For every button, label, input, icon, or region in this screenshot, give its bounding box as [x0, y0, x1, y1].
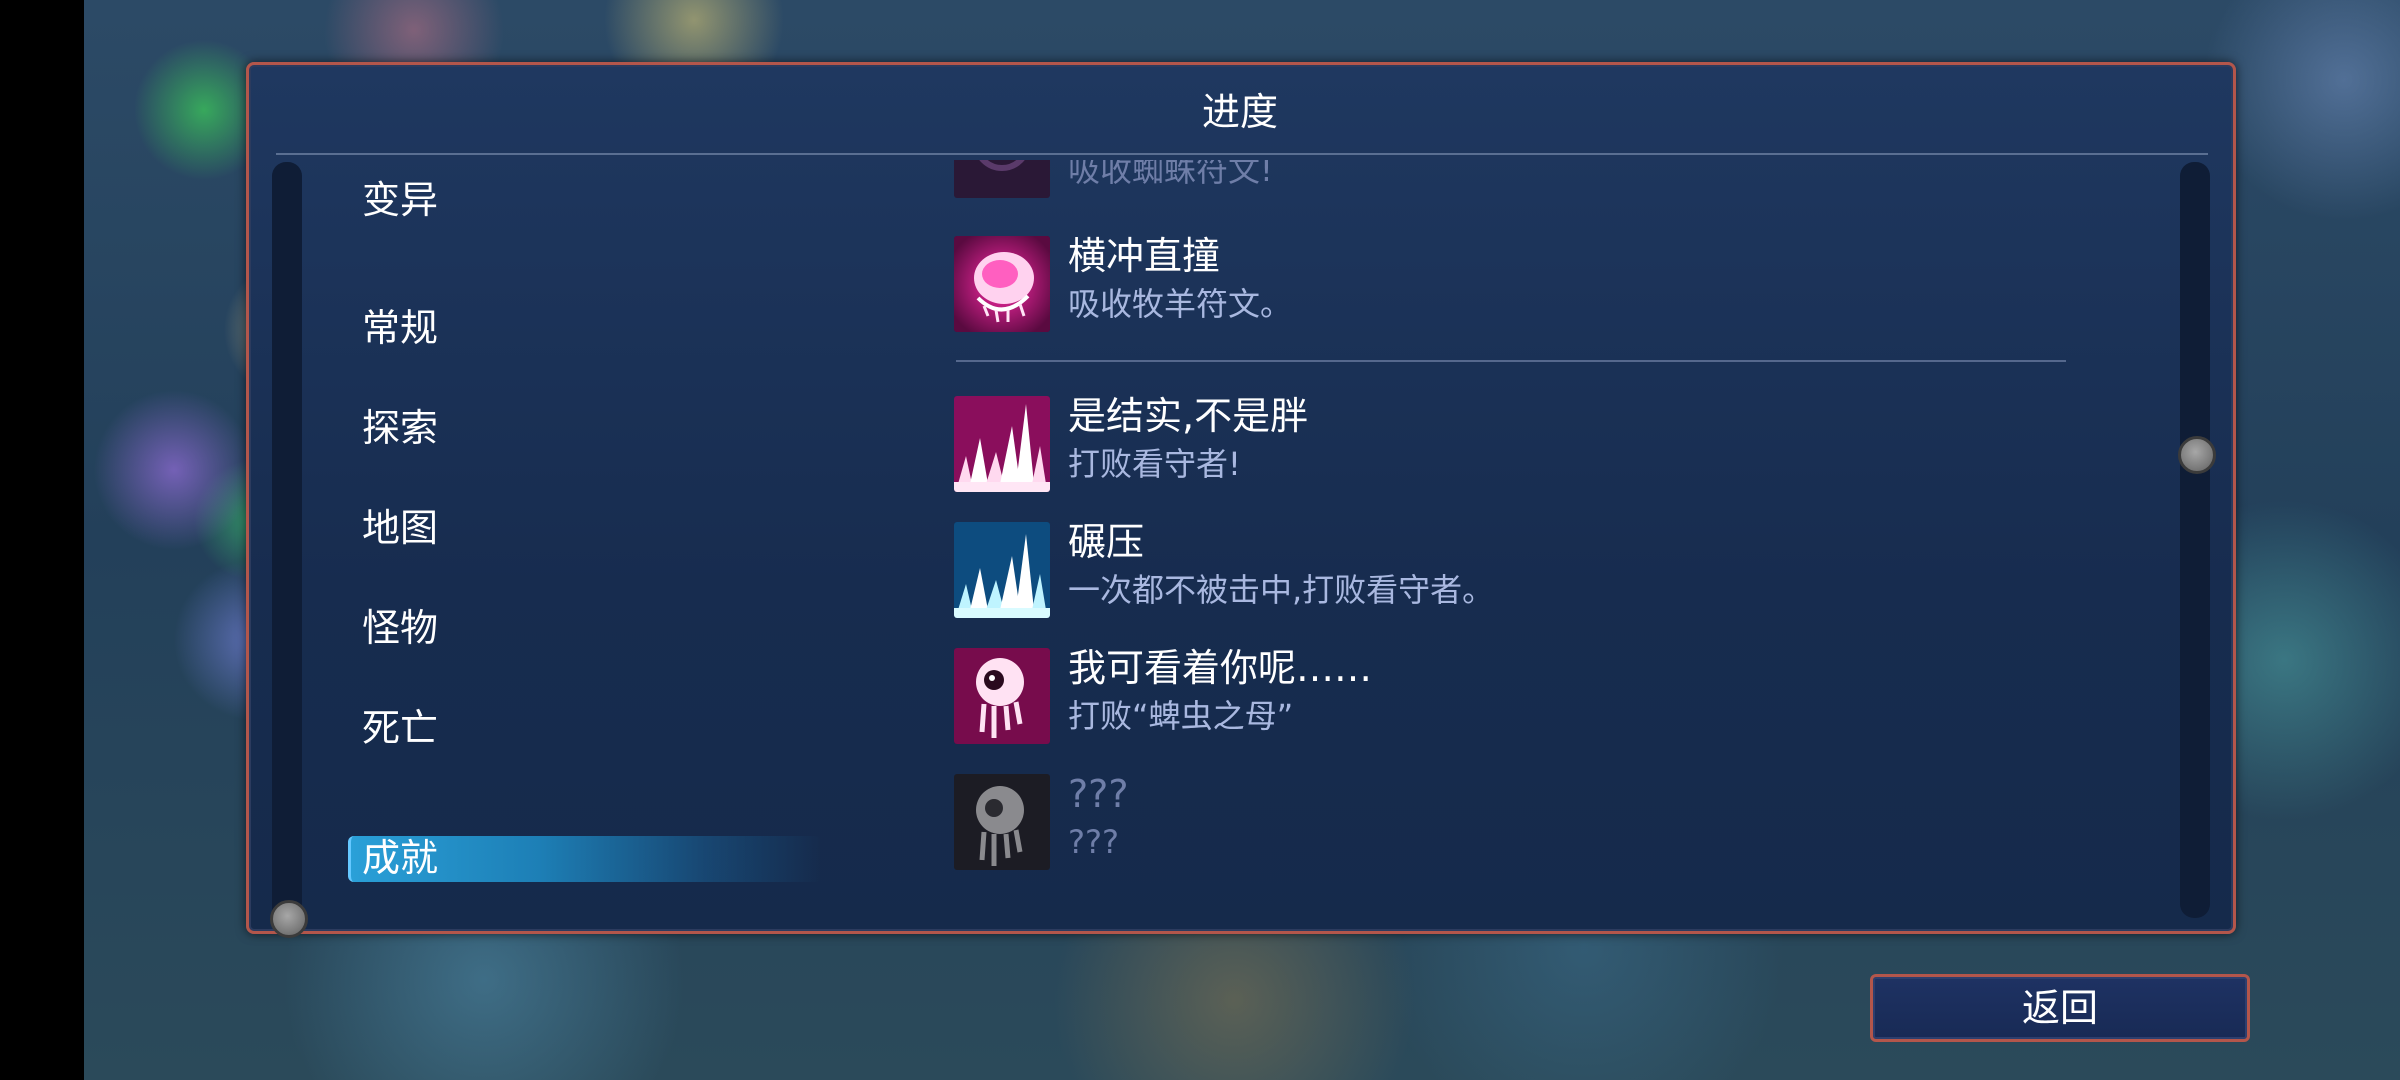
category-exploration[interactable]: 探索: [362, 402, 438, 454]
title-divider: [276, 153, 2208, 155]
achievement-description: 打败“蜱虫之母”: [1068, 697, 1294, 735]
pink-spikes-icon: [954, 396, 1050, 492]
achievement-description: 吸收牧羊符文。: [1068, 285, 1293, 323]
panel-title: 进度: [1201, 90, 1278, 134]
achievement-description: ???: [1068, 823, 1119, 861]
category-map[interactable]: 地图: [362, 502, 438, 554]
achievement-item: 吸收蜘蛛符文!: [954, 160, 2154, 212]
list-scrollbar-knob[interactable]: [2178, 436, 2216, 474]
pink-eye-creature-icon: [954, 648, 1050, 744]
category-mutations[interactable]: 变异: [362, 174, 438, 226]
achievement-name: 是结实,不是胖: [1068, 394, 1309, 438]
achievement-name: ???: [1068, 772, 1129, 816]
achievement-list[interactable]: 吸收蜘蛛符文! 横冲直撞 吸收牧羊符文。 是结实,不是胖 打败看守者! 碾压 一…: [946, 160, 2166, 916]
spider-rune-icon: [954, 160, 1050, 198]
list-divider: [956, 360, 2066, 362]
achievement-item: 是结实,不是胖 打败看守者!: [954, 394, 2154, 506]
category-monsters[interactable]: 怪物: [362, 602, 438, 654]
achievement-item: 碾压 一次都不被击中,打败看守者。: [954, 520, 2154, 632]
category-scrollbar-knob[interactable]: [270, 900, 308, 938]
screen-edge: [0, 0, 84, 1080]
achievement-item: 我可看着你呢…… 打败“蜱虫之母”: [954, 646, 2154, 758]
achievement-description: 一次都不被击中,打败看守者。: [1068, 571, 1495, 609]
back-button[interactable]: 返回: [1870, 974, 2250, 1042]
list-scrollbar-track[interactable]: [2180, 162, 2210, 918]
ram-rune-icon: [954, 236, 1050, 332]
achievement-name: 横冲直撞: [1068, 234, 1221, 278]
game-screen: 进度 变异 常规 探索 地图 怪物 死亡 成就 吸收蜘蛛符文! 横冲直撞 吸收牧…: [0, 0, 2400, 1080]
achievement-description: 打败看守者!: [1068, 445, 1241, 483]
category-deaths[interactable]: 死亡: [362, 702, 438, 754]
achievement-description: 吸收蜘蛛符文!: [1068, 160, 1273, 189]
blue-spikes-icon: [954, 522, 1050, 618]
category-general[interactable]: 常规: [362, 302, 438, 354]
achievement-item: ??? ???: [954, 772, 2154, 884]
locked-eye-creature-icon: [954, 774, 1050, 870]
achievement-name: 我可看着你呢……: [1068, 646, 1373, 690]
category-scrollbar-track[interactable]: [272, 162, 302, 922]
achievement-name: 碾压: [1068, 520, 1145, 564]
category-achievements[interactable]: 成就: [362, 832, 438, 884]
achievement-item: 横冲直撞 吸收牧羊符文。: [954, 234, 2154, 346]
